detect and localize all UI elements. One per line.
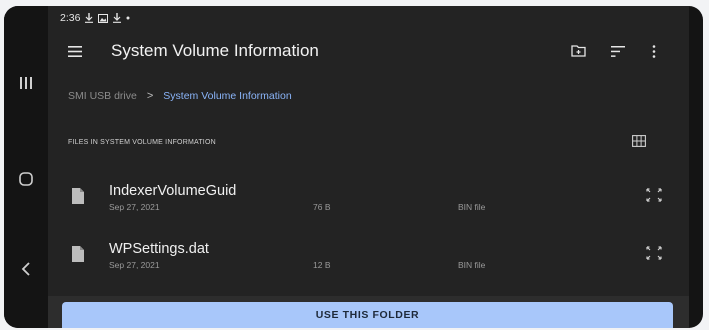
device-frame: 2:36 System Volume Information SMI USB d… [4,6,703,328]
app-toolbar: System Volume Information [48,32,689,70]
file-date: Sep 27, 2021 [109,260,160,270]
system-nav-bar [4,6,48,328]
use-this-folder-button[interactable]: USE THIS FOLDER [62,302,673,328]
file-row[interactable]: WPSettings.dat Sep 27, 2021 12 B BIN fil… [48,234,689,282]
file-date: Sep 27, 2021 [109,202,160,212]
more-vert-icon[interactable] [645,42,663,60]
file-size: 76 B [313,202,331,212]
file-name: WPSettings.dat [109,241,209,257]
expand-icon[interactable] [646,188,662,204]
file-icon [72,188,84,204]
breadcrumb: SMI USB drive > System Volume Informatio… [68,90,292,102]
download-icon [85,13,94,23]
file-size: 12 B [313,260,331,270]
status-time: 2:36 [60,12,81,24]
breadcrumb-separator: > [146,90,154,102]
breadcrumb-root[interactable]: SMI USB drive [68,90,137,102]
file-name: IndexerVolumeGuid [109,183,237,199]
file-type: BIN file [458,260,486,270]
back-icon[interactable] [4,254,48,284]
breadcrumb-current[interactable]: System Volume Information [163,90,291,102]
file-icon [72,246,84,262]
home-icon[interactable] [4,164,48,194]
dot-icon [126,16,130,20]
image-icon [98,13,109,23]
recents-icon[interactable] [4,68,48,98]
file-type: BIN file [458,202,486,212]
file-row[interactable]: IndexerVolumeGuid Sep 27, 2021 76 B BIN … [48,176,689,224]
menu-icon[interactable] [68,42,86,60]
app-screen: 2:36 System Volume Information SMI USB d… [48,6,689,328]
section-header: FILES IN SYSTEM VOLUME INFORMATION [68,139,216,146]
grid-view-icon[interactable] [632,134,646,148]
new-folder-icon[interactable] [569,42,587,60]
status-bar: 2:36 [60,10,130,26]
page-title: System Volume Information [111,41,319,60]
expand-icon[interactable] [646,246,662,262]
sort-icon[interactable] [609,42,627,60]
download-icon [113,13,122,23]
